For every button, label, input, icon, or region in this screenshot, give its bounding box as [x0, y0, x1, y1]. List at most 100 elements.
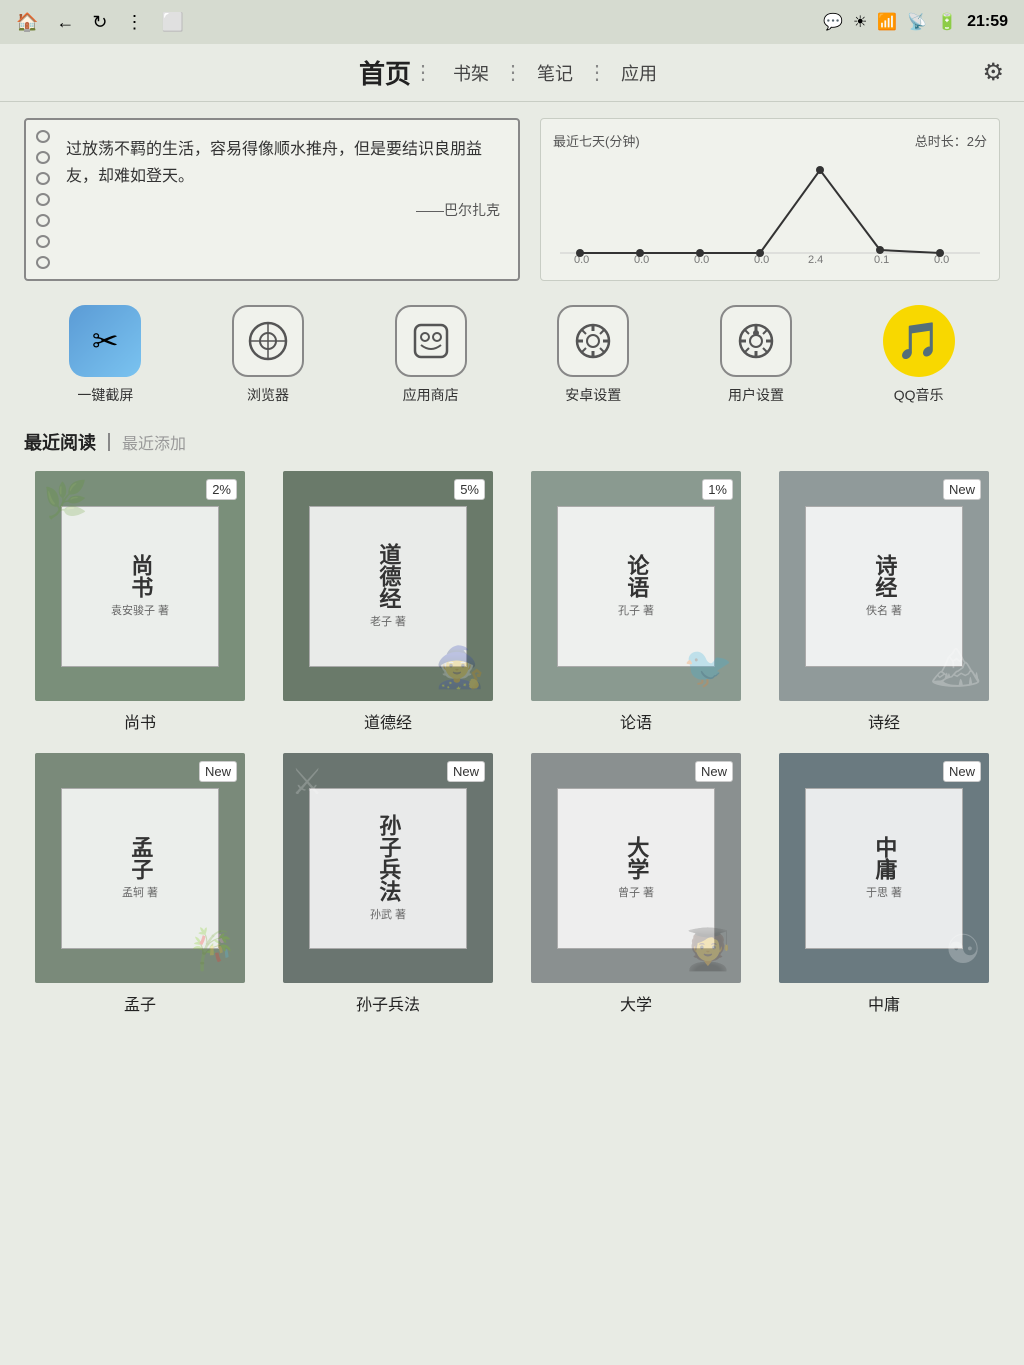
- more-icon[interactable]: ⋮: [126, 12, 144, 33]
- book-cover-4: 🎋 孟子 孟轲 著 New: [35, 753, 245, 983]
- book-label-2: 论语: [620, 709, 652, 733]
- quote-author: ——巴尔扎克: [66, 200, 500, 220]
- book-author-6: 曾子 著: [618, 884, 654, 900]
- book-cover-inner-3: 诗经 佚名 著: [805, 506, 963, 667]
- book-badge-3: New: [943, 479, 981, 500]
- chart-area: 0.0 0.0 0.0 0.0 2.4 0.1 0.0: [553, 158, 987, 268]
- book-cover-1: 🧙 道德经 老子 著 5%: [283, 471, 493, 701]
- book-cover-0: 🌿 尚书 袁安骏子 著 2%: [35, 471, 245, 701]
- svg-text:0.1: 0.1: [874, 254, 889, 266]
- app-label-browser: 浏览器: [247, 385, 289, 405]
- app-item-android[interactable]: 安卓设置: [533, 305, 653, 405]
- app-item-qq[interactable]: 🎵 QQ音乐: [859, 305, 979, 405]
- nav-title: 首页: [359, 54, 411, 91]
- book-label-5: 孙子兵法: [356, 991, 420, 1015]
- app-item-user[interactable]: 用户设置: [696, 305, 816, 405]
- nav-bar: 首页 ⋮ 书架 ⋮ 笔记 ⋮ 应用 ⚙: [0, 44, 1024, 102]
- svg-text:2.4: 2.4: [808, 254, 823, 266]
- recent-added-title[interactable]: 最近添加: [122, 430, 186, 454]
- book-item-5[interactable]: ⚔ 孙子兵法 孙武 著 New 孙子兵法: [272, 753, 504, 1015]
- book-title-6: 大学: [621, 836, 652, 880]
- cover-deco-2: 🐦: [683, 644, 733, 691]
- app-item-store[interactable]: 应用商店: [371, 305, 491, 405]
- app-label-user: 用户设置: [728, 385, 784, 405]
- book-author-5: 孙武 著: [370, 906, 406, 922]
- quote-widget: 过放荡不羁的生活，容易得像顺水推舟，但是要结识良朋益友，却难如登天。 ——巴尔扎…: [24, 118, 520, 281]
- status-bar: 🏠 ← ↻ ⋮ ⬜ 💬 ☀ 📶 📡 🔋 21:59: [0, 0, 1024, 44]
- book-title-7: 中庸: [869, 836, 900, 880]
- book-author-3: 佚名 著: [866, 602, 902, 618]
- status-left-icons: 🏠 ← ↻ ⋮ ⬜: [16, 12, 184, 33]
- book-author-4: 孟轲 著: [122, 884, 158, 900]
- book-cover-inner-5: 孙子兵法 孙武 著: [309, 788, 467, 949]
- book-cover-3: 🏔 诗经 佚名 著 New: [779, 471, 989, 701]
- section-header: 最近阅读 最近添加: [24, 429, 1000, 455]
- book-title-3: 诗经: [869, 554, 900, 598]
- cover-deco-4: 🎋: [187, 926, 237, 973]
- book-cover-7: ☯ 中庸 于思 著 New: [779, 753, 989, 983]
- nav-bookshelf[interactable]: 书架: [445, 60, 497, 86]
- book-title-5: 孙子兵法: [373, 814, 404, 902]
- book-title-2: 论语: [621, 554, 652, 598]
- app-item-browser[interactable]: 浏览器: [208, 305, 328, 405]
- book-title-0: 尚书: [125, 554, 156, 598]
- book-cover-6: 🧑‍🎓 大学 曾子 著 New: [531, 753, 741, 983]
- book-badge-4: New: [199, 761, 237, 782]
- cover-deco-6: 🧑‍🎓: [683, 926, 733, 973]
- settings-icon[interactable]: ⚙: [982, 58, 1004, 87]
- book-author-1: 老子 著: [370, 613, 406, 629]
- book-label-3: 诗经: [868, 709, 900, 733]
- apps-grid: ✂ 一键截屏 浏览器: [24, 305, 1000, 405]
- back-icon[interactable]: ←: [56, 12, 74, 33]
- main-content: 过放荡不羁的生活，容易得像顺水推舟，但是要结识良朋益友，却难如登天。 ——巴尔扎…: [0, 102, 1024, 1047]
- chart-title: 最近七天(分钟): [553, 131, 640, 150]
- battery-icon: 🔋: [937, 12, 957, 32]
- nav-dots-1: ⋮: [501, 60, 525, 85]
- recent-read-title: 最近阅读: [24, 429, 96, 455]
- app-label-android: 安卓设置: [565, 385, 621, 405]
- book-title-4: 孟子: [125, 836, 156, 880]
- book-author-7: 于思 著: [866, 884, 902, 900]
- book-cover-inner-1: 道德经 老子 著: [309, 506, 467, 667]
- book-item-1[interactable]: 🧙 道德经 老子 著 5% 道德经: [272, 471, 504, 733]
- store-icon: [395, 305, 467, 377]
- ring-3: [36, 172, 50, 185]
- book-badge-7: New: [943, 761, 981, 782]
- screen-icon[interactable]: ⬜: [162, 12, 184, 33]
- book-label-0: 尚书: [124, 709, 156, 733]
- book-item-6[interactable]: 🧑‍🎓 大学 曾子 著 New 大学: [520, 753, 752, 1015]
- book-label-6: 大学: [620, 991, 652, 1015]
- cover-deco-1: 🧙: [435, 644, 485, 691]
- book-title-1: 道德经: [373, 543, 404, 609]
- user-icon: [720, 305, 792, 377]
- android-icon: [557, 305, 629, 377]
- refresh-icon[interactable]: ↻: [92, 12, 107, 33]
- message-icon: 💬: [823, 12, 843, 32]
- section-divider: [108, 433, 110, 451]
- book-badge-0: 2%: [206, 479, 237, 500]
- book-item-2[interactable]: 🐦 论语 孔子 著 1% 论语: [520, 471, 752, 733]
- book-item-3[interactable]: 🏔 诗经 佚名 著 New 诗经: [768, 471, 1000, 733]
- ring-6: [36, 235, 50, 248]
- home-icon[interactable]: 🏠: [16, 12, 38, 33]
- chart-widget: 最近七天(分钟) 总时长：2分 0.0 0.0 0.0 0.0 2.4 0.1: [540, 118, 1000, 281]
- chart-total: 总时长：2分: [915, 131, 987, 150]
- scissors-icon: ✂: [69, 305, 141, 377]
- app-item-scissors[interactable]: ✂ 一键截屏: [45, 305, 165, 405]
- ring-2: [36, 151, 50, 164]
- nav-dots-2: ⋮: [585, 60, 609, 85]
- wifi-icon: 📶: [877, 12, 897, 32]
- cover-deco-left-5: ⚔: [291, 761, 323, 803]
- book-item-7[interactable]: ☯ 中庸 于思 著 New 中庸: [768, 753, 1000, 1015]
- nav-apps[interactable]: 应用: [613, 60, 665, 86]
- cast-icon: 📡: [907, 12, 927, 32]
- apps-section: ✂ 一键截屏 浏览器: [24, 305, 1000, 405]
- ring-1: [36, 130, 50, 143]
- line-chart-svg: 0.0 0.0 0.0 0.0 2.4 0.1 0.0: [553, 158, 987, 268]
- book-item-0[interactable]: 🌿 尚书 袁安骏子 著 2% 尚书: [24, 471, 256, 733]
- nav-notes[interactable]: 笔记: [529, 60, 581, 86]
- app-label-scissors: 一键截屏: [77, 385, 133, 405]
- book-item-4[interactable]: 🎋 孟子 孟轲 著 New 孟子: [24, 753, 256, 1015]
- book-author-0: 袁安骏子 著: [111, 602, 169, 618]
- book-cover-inner-2: 论语 孔子 著: [557, 506, 715, 667]
